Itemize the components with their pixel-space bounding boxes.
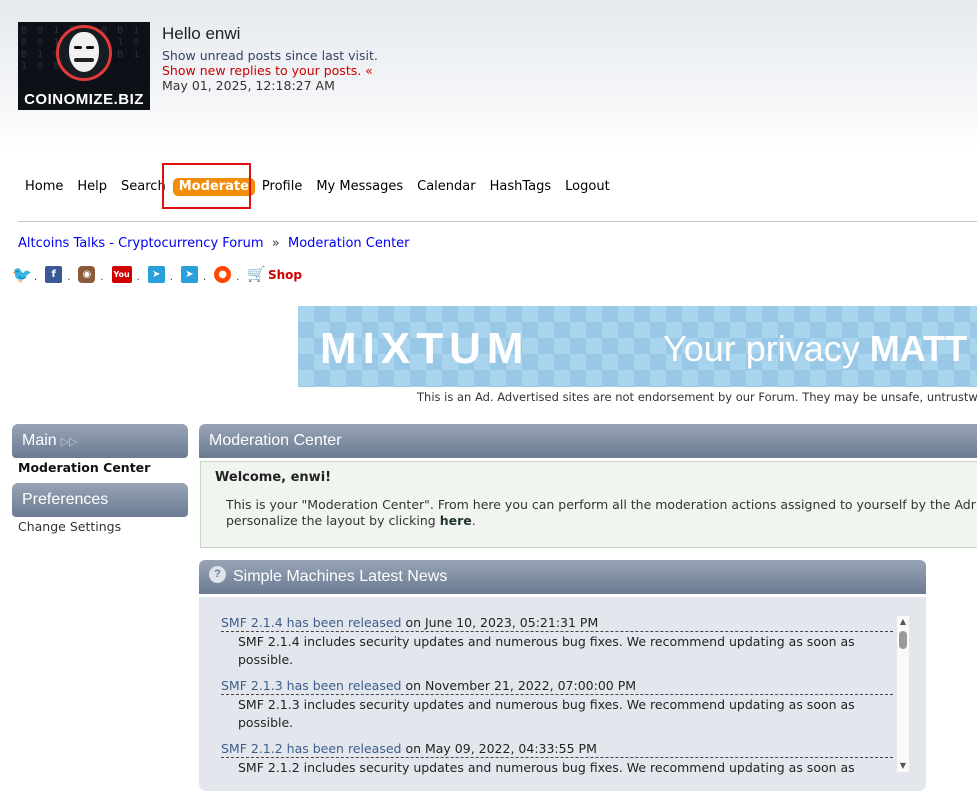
sidebar-preferences-title: Preferences [22, 491, 109, 508]
instagram-icon[interactable]: ◉ [78, 266, 96, 283]
facebook-icon[interactable]: f [45, 266, 63, 283]
greeting-text: Hello enwi [162, 24, 241, 43]
menu-my-messages[interactable]: My Messages [309, 176, 410, 198]
sidebar-main-header: Main ▷▷ [12, 424, 188, 458]
site-logo[interactable]: B 0 1 B 1 0 B 1 B 0 1 B 0 B 1 0 B 1 0 1 … [18, 22, 150, 110]
menu-calendar[interactable]: Calendar [410, 176, 482, 198]
welcome-text: This is your "Moderation Center". From h… [226, 497, 976, 528]
news-scrollbar[interactable]: ▲ ▼ [896, 615, 910, 773]
sidebar-item-change-settings[interactable]: Change Settings [18, 519, 121, 534]
cart-icon: 🛒 [247, 265, 266, 283]
moderation-center-header: Moderation Center [199, 424, 977, 458]
reddit-icon[interactable]: ● [214, 266, 232, 283]
breadcrumb-forum[interactable]: Altcoins Talks - Cryptocurrency Forum [18, 236, 264, 251]
news-item: SMF 2.1.3 has been released on November … [221, 678, 893, 732]
breadcrumb-separator: » [271, 236, 280, 251]
menu-home[interactable]: Home [18, 176, 70, 198]
sidebar-preferences-header: Preferences [12, 483, 188, 517]
social-links: 🐦. f. ◉. You. ➤. ➤. ●. 🛒 Shop [12, 265, 303, 284]
current-datetime: May 01, 2025, 12:18:27 AM [162, 78, 335, 93]
news-item-date: on May 09, 2022, 04:33:55 PM [401, 741, 597, 756]
news-item-body: SMF 2.1.2 includes security updates and … [238, 760, 855, 775]
news-panel: SMF 2.1.4 has been released on June 10, … [199, 597, 926, 791]
menu-logout[interactable]: Logout [558, 176, 617, 198]
banner-tagline: Your privacy MATT [663, 328, 968, 369]
twitter-icon[interactable]: 🐦 [12, 266, 32, 283]
news-item-body: SMF 2.1.4 includes security updates and … [238, 634, 855, 667]
menu-help[interactable]: Help [70, 176, 114, 198]
news-item-body: SMF 2.1.3 includes security updates and … [238, 697, 855, 730]
shop-link[interactable]: 🛒 Shop [247, 265, 302, 283]
news-list[interactable]: SMF 2.1.4 has been released on June 10, … [221, 615, 893, 777]
breadcrumb-moderation-center[interactable]: Moderation Center [288, 236, 410, 251]
news-title: Simple Machines Latest News [233, 568, 448, 585]
mask-icon [69, 32, 99, 72]
logo-text: COINOMIZE.BIZ [24, 91, 144, 108]
scrollbar-thumb[interactable] [899, 631, 907, 649]
main-menu: Home Help Search Moderate Profile My Mes… [18, 176, 617, 198]
mask-mustache [74, 58, 94, 62]
mask-eye-left [74, 46, 82, 49]
user-greeting-panel: Hello enwi Show unread posts since last … [162, 24, 378, 93]
news-header: ? Simple Machines Latest News [199, 560, 926, 594]
menu-profile[interactable]: Profile [255, 176, 309, 198]
highlight-box [162, 163, 251, 209]
news-item-date: on November 21, 2022, 07:00:00 PM [401, 678, 637, 693]
help-icon[interactable]: ? [209, 566, 226, 584]
sidebar-item-moderation-center[interactable]: Moderation Center [18, 460, 150, 475]
welcome-title: Welcome, enwi! [215, 470, 332, 485]
telegram-icon[interactable]: ➤ [180, 266, 198, 283]
menu-hashtags[interactable]: HashTags [483, 176, 559, 198]
mask-eye-right [86, 46, 94, 49]
welcome-panel: Welcome, enwi! This is your "Moderation … [200, 461, 977, 548]
scroll-up-icon[interactable]: ▲ [897, 616, 909, 628]
news-item-link[interactable]: SMF 2.1.3 has been released [221, 678, 401, 693]
news-item: SMF 2.1.2 has been released on May 09, 2… [221, 741, 893, 777]
shop-label: Shop [268, 268, 303, 282]
scroll-down-icon[interactable]: ▼ [897, 760, 909, 772]
new-replies-link[interactable]: Show new replies to your posts. « [162, 63, 373, 78]
news-item-link[interactable]: SMF 2.1.4 has been released [221, 615, 401, 630]
double-arrow-icon: ▷▷ [60, 436, 78, 448]
ad-disclaimer: This is an Ad. Advertised sites are not … [417, 390, 977, 404]
ad-banner[interactable]: MIXTUM Your privacy MATT [298, 306, 977, 387]
banner-brand: MIXTUM [320, 324, 530, 373]
news-item-link[interactable]: SMF 2.1.2 has been released [221, 741, 401, 756]
unread-posts-link[interactable]: Show unread posts since last visit. [162, 48, 378, 63]
telegram-icon[interactable]: ➤ [147, 266, 165, 283]
personalize-here-link[interactable]: here [440, 513, 472, 528]
header-divider [18, 221, 977, 222]
youtube-icon[interactable]: You [111, 266, 132, 283]
breadcrumb: Altcoins Talks - Cryptocurrency Forum » … [18, 236, 410, 251]
news-item: SMF 2.1.4 has been released on June 10, … [221, 615, 893, 669]
sidebar-main-title: Main [22, 432, 57, 449]
news-item-date: on June 10, 2023, 05:21:31 PM [401, 615, 599, 630]
